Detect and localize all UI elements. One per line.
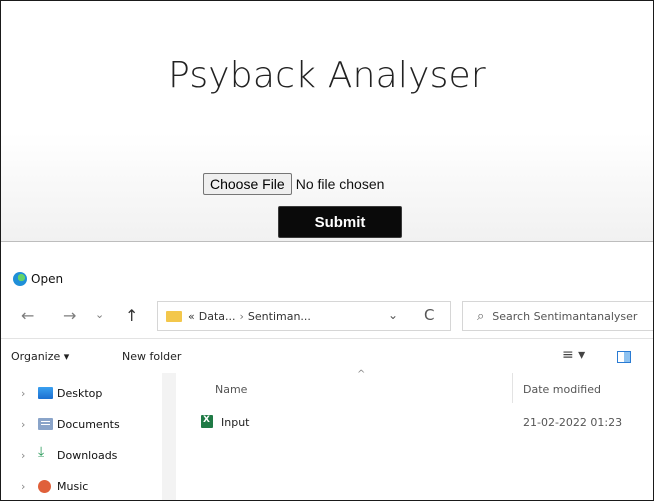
documents-icon: [38, 418, 53, 430]
sidebar-item-label: Desktop: [57, 386, 103, 400]
file-list: ^ Name Date modified Input 21-02-2022 01…: [177, 369, 653, 500]
expand-chevron-icon[interactable]: ›: [21, 418, 25, 431]
choose-file-button[interactable]: Choose File: [203, 173, 292, 195]
column-header-name[interactable]: Name: [215, 383, 247, 396]
command-bar: Organize ▾ New folder ≡ ▾: [1, 339, 653, 373]
sidebar-item-label: Downloads: [57, 448, 118, 462]
sidebar-item-label: Music: [57, 479, 89, 493]
list-item[interactable]: Input 21-02-2022 01:23: [177, 413, 653, 433]
refresh-icon[interactable]: C: [424, 306, 434, 324]
sidebar-item-label: Documents: [57, 417, 120, 431]
up-arrow-icon[interactable]: ↑: [125, 306, 138, 325]
screenshot-frame: Psyback Analyser Choose File No file cho…: [0, 0, 654, 501]
search-icon: ⌕: [477, 308, 485, 324]
navigation-bar: ← → ⌄ ↑ « Data... › Sentiman... ⌄ C ⌕ Se…: [1, 294, 653, 339]
breadcrumb-sentiman[interactable]: Sentiman...: [248, 310, 311, 323]
submit-button[interactable]: Submit: [278, 206, 402, 238]
music-icon: [38, 479, 51, 493]
dialog-title: Open: [31, 272, 64, 286]
search-placeholder[interactable]: Search Sentimantanalyser: [492, 310, 637, 323]
pane-divider[interactable]: [162, 373, 176, 500]
folder-icon: [166, 310, 182, 322]
view-options-icon[interactable]: ≡ ▾: [562, 347, 585, 363]
downloads-icon: ⤓: [38, 444, 45, 460]
web-page: Psyback Analyser Choose File No file cho…: [1, 1, 653, 241]
recent-locations-chevron-icon[interactable]: ⌄: [95, 308, 104, 321]
excel-file-icon: [201, 415, 213, 428]
expand-chevron-icon[interactable]: ›: [21, 480, 25, 493]
back-arrow-icon[interactable]: ←: [21, 306, 34, 325]
open-file-dialog: Open ← → ⌄ ↑ « Data... › Sentiman... ⌄ C…: [1, 241, 653, 500]
file-input[interactable]: Choose File No file chosen: [203, 173, 384, 195]
search-box[interactable]: ⌕ Search Sentimantanalyser: [462, 301, 653, 331]
breadcrumb-separator-icon: ›: [239, 309, 244, 323]
page-title: Psyback Analyser: [168, 55, 486, 96]
edge-browser-icon: [13, 272, 27, 286]
column-header-date-modified[interactable]: Date modified: [523, 383, 601, 396]
file-status-text: No file chosen: [295, 176, 385, 192]
address-dropdown-icon[interactable]: ⌄: [388, 308, 398, 322]
address-bar[interactable]: « Data... › Sentiman... ⌄ C: [157, 301, 451, 331]
expand-chevron-icon[interactable]: ›: [21, 387, 25, 400]
expand-chevron-icon[interactable]: ›: [21, 449, 25, 462]
desktop-icon: [38, 387, 53, 399]
address-overflow-chevron[interactable]: «: [188, 310, 195, 323]
breadcrumb-data[interactable]: Data...: [199, 310, 236, 323]
preview-pane-icon[interactable]: [617, 351, 631, 363]
navigation-pane: › Desktop › Documents › ⤓ Downloads › Mu…: [1, 373, 161, 500]
organize-button[interactable]: Organize ▾: [11, 350, 69, 363]
sort-indicator-icon: ^: [357, 369, 366, 380]
column-divider[interactable]: [512, 373, 513, 403]
file-name: Input: [221, 416, 250, 429]
dialog-title-bar: Open: [13, 272, 63, 286]
new-folder-button[interactable]: New folder: [122, 350, 181, 363]
file-date-modified: 21-02-2022 01:23: [523, 416, 623, 429]
forward-arrow-icon[interactable]: →: [63, 306, 76, 325]
